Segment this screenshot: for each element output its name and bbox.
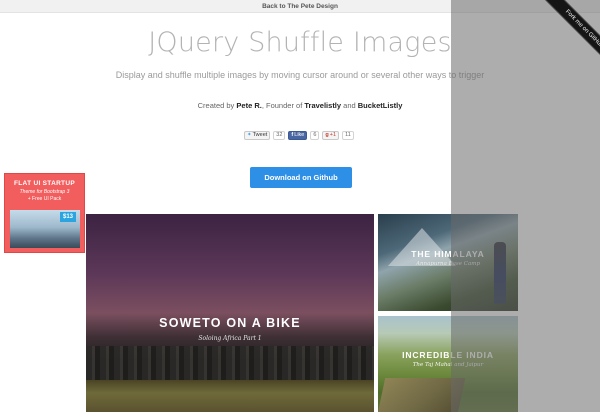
image-card-himalaya[interactable]: THE HIMALAYA Annapurna Base Camp — [378, 214, 518, 311]
like-label: Like — [294, 131, 305, 138]
ribbon-label: Fork me on GitHub — [543, 0, 600, 70]
image-card-india[interactable]: INCREDIBLE INDIA The Taj Mahal and Jaipu… — [378, 316, 518, 412]
back-link[interactable]: Back to The Pete Design — [262, 3, 338, 10]
gplus-label: +1 — [329, 131, 337, 138]
twitter-icon: ✦ — [247, 131, 252, 138]
like-count: 6 — [310, 130, 320, 140]
card-subtitle: Soloing Africa Part 1 — [198, 335, 262, 342]
ad-title: FLAT UI STARTUP — [14, 180, 75, 187]
card-subtitle: The Taj Mahal and Jaipur — [412, 362, 484, 368]
author-link[interactable]: Pete R. — [236, 101, 261, 110]
credit-and: and — [341, 101, 358, 110]
like-button[interactable]: f Like — [288, 130, 308, 140]
credit-prefix: Created by — [197, 101, 237, 110]
github-ribbon[interactable]: Fork me on GitHub — [528, 0, 600, 72]
card-title: INCREDIBLE INDIA — [402, 350, 494, 360]
bucketlistly-link[interactable]: BucketListly — [358, 101, 403, 110]
tweet-button[interactable]: ✦ Tweet — [244, 130, 271, 140]
travelistly-link[interactable]: Travelistly — [304, 101, 341, 110]
grass-foreground — [86, 380, 374, 412]
tweet-count: 32 — [273, 130, 286, 140]
credit-middle: , Founder of — [261, 101, 305, 110]
tweet-label: Tweet — [252, 131, 268, 138]
gplus-count: 11 — [342, 130, 354, 140]
card-title: SOWETO ON A BIKE — [159, 316, 301, 330]
city-skyline — [86, 346, 374, 380]
flat-ui-ad[interactable]: FLAT UI STARTUP Theme for Bootstrap 3 + … — [4, 173, 85, 253]
fort-wall — [378, 378, 466, 412]
ad-price-badge: $13 — [59, 212, 76, 222]
ad-tagline: + Free UI Pack — [27, 196, 62, 202]
page-title: JQuery Shuffle Images — [148, 27, 452, 58]
page: Back to The Pete Design JQuery Shuffle I… — [0, 0, 600, 412]
image-card-soweto[interactable]: SOWETO ON A BIKE Soloing Africa Part 1 — [86, 214, 374, 412]
gplus-icon: g — [325, 131, 329, 138]
page-subtitle: Display and shuffle multiple images by m… — [115, 70, 485, 80]
social-buttons: ✦ Tweet 32 f Like 6 g +1 11 — [244, 130, 354, 140]
card-title: THE HIMALAYA — [411, 249, 485, 259]
gplus-button[interactable]: g +1 — [322, 130, 340, 140]
download-github-button[interactable]: Download on Github — [250, 167, 352, 188]
ad-subtitle: Theme for Bootstrap 3 — [19, 189, 70, 195]
card-subtitle: Annapurna Base Camp — [416, 261, 480, 267]
ad-thumbnail: $13 — [10, 210, 80, 248]
credit-line: Created by Pete R., Founder of Travelist… — [0, 101, 600, 110]
facebook-icon: f — [291, 131, 294, 138]
top-bar: Back to The Pete Design — [0, 0, 600, 13]
